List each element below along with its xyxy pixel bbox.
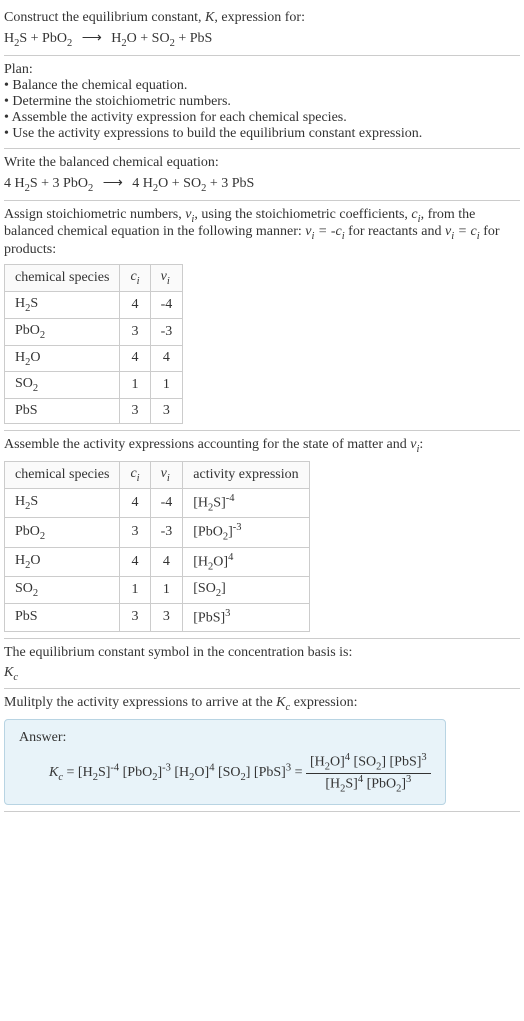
c-i: ci xyxy=(411,207,420,222)
cell-c: 1 xyxy=(120,577,150,604)
table-row: PbO2 3 -3 xyxy=(5,318,183,345)
kc-symbol: Kc xyxy=(4,665,520,683)
cell-species: H2O xyxy=(5,547,120,576)
activity-table: chemical species ci νi activity expressi… xyxy=(4,461,310,632)
answer-section: Mulitply the activity expressions to arr… xyxy=(4,689,520,812)
cell-c: 4 xyxy=(120,488,150,517)
cell-species: PbO2 xyxy=(5,318,120,345)
table-row: H2O 4 4 [H2O]4 xyxy=(5,547,310,576)
plan-item: • Balance the chemical equation. xyxy=(4,78,520,94)
cell-v: 1 xyxy=(150,372,183,399)
nu-i: νi xyxy=(185,207,194,222)
answer-box: Answer: Kc = [H2S]-4 [PbO2]-3 [H2O]4 [SO… xyxy=(4,719,446,805)
table-row: PbS 3 3 [PbS]3 xyxy=(5,603,310,631)
cell-c: 4 xyxy=(120,345,150,372)
cell-activity: [H2O]4 xyxy=(183,547,309,576)
table-row: SO2 1 1 [SO2] xyxy=(5,577,310,604)
answer-label: Answer: xyxy=(19,730,431,746)
cell-species: H2S xyxy=(5,291,120,318)
table-row: H2S 4 -4 xyxy=(5,291,183,318)
cell-v: -3 xyxy=(150,518,183,547)
stoich-text: Assign stoichiometric numbers, νi, using… xyxy=(4,207,520,259)
cell-v: 3 xyxy=(150,603,183,631)
activity-section: Assemble the activity expressions accoun… xyxy=(4,431,520,638)
plan-item: • Determine the stoichiometric numbers. xyxy=(4,94,520,110)
eq-symbol-line: The equilibrium constant symbol in the c… xyxy=(4,645,520,661)
cell-c: 3 xyxy=(120,399,150,424)
col-vi: νi xyxy=(150,461,183,488)
arrow-icon: ⟶ xyxy=(103,175,123,192)
unbalanced-equation: H2S + PbO2 ⟶ H2O + SO2 + PbS xyxy=(4,30,520,49)
cell-v: 4 xyxy=(150,547,183,576)
col-activity: activity expression xyxy=(183,461,309,488)
table-header-row: chemical species ci νi activity expressi… xyxy=(5,461,310,488)
stoich-table: chemical species ci νi H2S 4 -4 PbO2 3 -… xyxy=(4,264,183,424)
cell-activity: [PbO2]-3 xyxy=(183,518,309,547)
intro-text-pre: Construct the equilibrium constant, xyxy=(4,10,205,25)
cell-v: 1 xyxy=(150,577,183,604)
cell-c: 3 xyxy=(120,518,150,547)
cell-activity: [SO2] xyxy=(183,577,309,604)
cell-activity: [H2S]-4 xyxy=(183,488,309,517)
cell-v: 4 xyxy=(150,345,183,372)
cell-species: H2O xyxy=(5,345,120,372)
cell-species: PbS xyxy=(5,399,120,424)
plan-item: • Use the activity expressions to build … xyxy=(4,126,520,142)
cell-activity: [PbS]3 xyxy=(183,603,309,631)
arrow-icon: ⟶ xyxy=(82,30,102,47)
cell-v: -3 xyxy=(150,318,183,345)
kc-expression: Kc = [H2S]-4 [PbO2]-3 [H2O]4 [SO2] [PbS]… xyxy=(19,752,431,794)
plan-section: Plan: • Balance the chemical equation. •… xyxy=(4,56,520,149)
table-row: PbS 3 3 xyxy=(5,399,183,424)
table-row: PbO2 3 -3 [PbO2]-3 xyxy=(5,518,310,547)
cell-species: SO2 xyxy=(5,577,120,604)
balanced-heading: Write the balanced chemical equation: xyxy=(4,155,520,171)
cell-v: -4 xyxy=(150,488,183,517)
balanced-section: Write the balanced chemical equation: 4 … xyxy=(4,149,520,201)
cell-species: SO2 xyxy=(5,372,120,399)
table-header-row: chemical species ci νi xyxy=(5,265,183,292)
table-row: H2O 4 4 xyxy=(5,345,183,372)
multiply-line: Mulitply the activity expressions to arr… xyxy=(4,695,520,713)
cell-c: 4 xyxy=(120,291,150,318)
cell-c: 3 xyxy=(120,603,150,631)
col-vi: νi xyxy=(150,265,183,292)
cell-species: PbS xyxy=(5,603,120,631)
cell-v: 3 xyxy=(150,399,183,424)
cell-c: 4 xyxy=(120,547,150,576)
intro-text-post: , expression for: xyxy=(214,10,305,25)
table-row: SO2 1 1 xyxy=(5,372,183,399)
col-ci: ci xyxy=(120,461,150,488)
cell-species: PbO2 xyxy=(5,518,120,547)
plan-heading: Plan: xyxy=(4,62,520,78)
col-species: chemical species xyxy=(5,265,120,292)
cell-c: 1 xyxy=(120,372,150,399)
cell-species: H2S xyxy=(5,488,120,517)
balanced-equation: 4 H2S + 3 PbO2 ⟶ 4 H2O + SO2 + 3 PbS xyxy=(4,175,520,194)
intro-k: K xyxy=(205,10,214,25)
plan-item: • Assemble the activity expression for e… xyxy=(4,110,520,126)
intro-line1: Construct the equilibrium constant, K, e… xyxy=(4,10,520,26)
intro-section: Construct the equilibrium constant, K, e… xyxy=(4,4,520,56)
eq-symbol-section: The equilibrium constant symbol in the c… xyxy=(4,639,520,690)
cell-v: -4 xyxy=(150,291,183,318)
col-species: chemical species xyxy=(5,461,120,488)
activity-heading: Assemble the activity expressions accoun… xyxy=(4,437,520,455)
stoich-section: Assign stoichiometric numbers, νi, using… xyxy=(4,201,520,432)
col-ci: ci xyxy=(120,265,150,292)
cell-c: 3 xyxy=(120,318,150,345)
table-row: H2S 4 -4 [H2S]-4 xyxy=(5,488,310,517)
